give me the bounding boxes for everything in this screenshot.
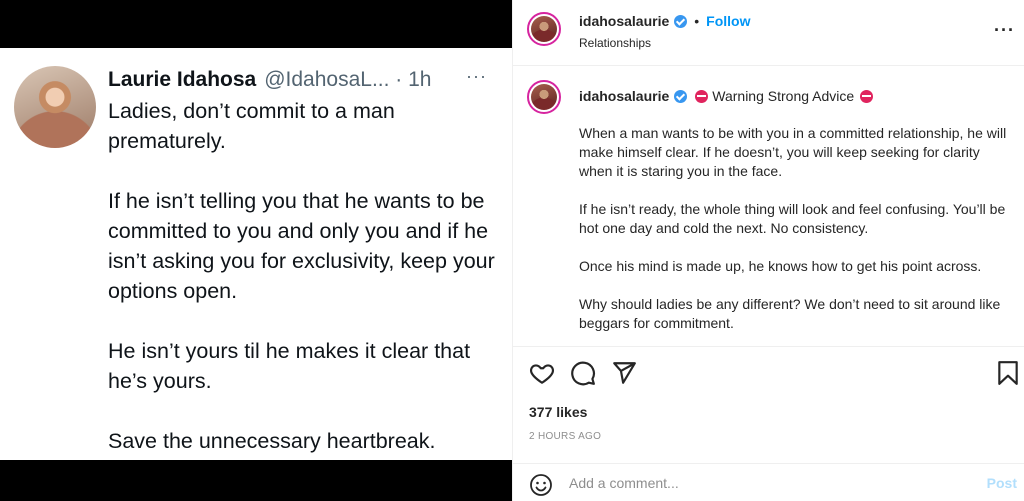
- tweet-paragraph: Save the unnecessary heartbreak.: [108, 429, 436, 453]
- comment-icon[interactable]: [570, 360, 596, 386]
- caption-avatar[interactable]: [527, 80, 561, 114]
- header-user-row: idahosalaurie • Follow: [579, 13, 751, 29]
- tweet-paragraph: Ladies, don’t commit to a man prematurel…: [108, 99, 395, 153]
- location-label[interactable]: Relationships: [579, 36, 651, 50]
- more-options-icon[interactable]: ···: [994, 20, 1015, 41]
- post-panel: idahosalaurie • Follow Relationships ···…: [512, 0, 1024, 501]
- tweet-header: Laurie Idahosa @IdahosaL... · 1h: [108, 68, 431, 92]
- tweet-image: Laurie Idahosa @IdahosaL... · 1h ··· Lad…: [0, 0, 512, 501]
- header-username[interactable]: idahosalaurie: [579, 13, 669, 29]
- tweet-text: Ladies, don’t commit to a man prematurel…: [108, 96, 506, 460]
- tweet-more-icon: ···: [466, 66, 487, 86]
- caption-body: When a man wants to be with you in a com…: [579, 124, 1009, 333]
- tweet-paragraph: He isn’t yours til he makes it clear tha…: [108, 339, 471, 393]
- tweet-author-handle: @IdahosaL... · 1h: [264, 68, 432, 91]
- caption-username[interactable]: idahosalaurie: [579, 88, 669, 104]
- tweet-author-name: Laurie Idahosa: [108, 68, 257, 91]
- follow-button[interactable]: Follow: [706, 13, 750, 29]
- share-icon[interactable]: [611, 360, 637, 386]
- post-header: idahosalaurie • Follow Relationships ···: [513, 0, 1024, 66]
- caption-paragraph: Once his mind is made up, he knows how t…: [579, 258, 982, 274]
- no-entry-icon: [860, 89, 874, 103]
- emoji-icon[interactable]: [529, 473, 553, 497]
- avatar[interactable]: [527, 12, 561, 46]
- caption-title: Warning Strong Advice: [712, 88, 855, 104]
- caption-header: idahosalaurie Warning Strong Advice: [579, 88, 874, 104]
- heart-icon[interactable]: [529, 360, 555, 386]
- post-comment-button[interactable]: Post: [987, 475, 1017, 491]
- caption-paragraph: When a man wants to be with you in a com…: [579, 125, 1007, 179]
- tweet-card: Laurie Idahosa @IdahosaL... · 1h ··· Lad…: [0, 48, 512, 460]
- tweet-avatar: [14, 66, 96, 148]
- verified-badge-icon: [674, 14, 688, 28]
- divider: [513, 346, 1024, 347]
- likes-count[interactable]: 377 likes: [529, 404, 587, 420]
- post-timestamp: 2 HOURS AGO: [529, 431, 602, 442]
- comment-input[interactable]: [569, 472, 969, 494]
- separator: •: [694, 13, 700, 29]
- bookmark-icon[interactable]: [995, 360, 1021, 386]
- verified-badge-icon: [674, 89, 688, 103]
- comment-bar: Post: [513, 463, 1024, 501]
- no-entry-icon: [695, 89, 709, 103]
- caption-paragraph: If he isn’t ready, the whole thing will …: [579, 201, 1006, 236]
- tweet-paragraph: If he isn’t telling you that he wants to…: [108, 189, 495, 303]
- caption-paragraph: Why should ladies be any different? We d…: [579, 296, 1001, 331]
